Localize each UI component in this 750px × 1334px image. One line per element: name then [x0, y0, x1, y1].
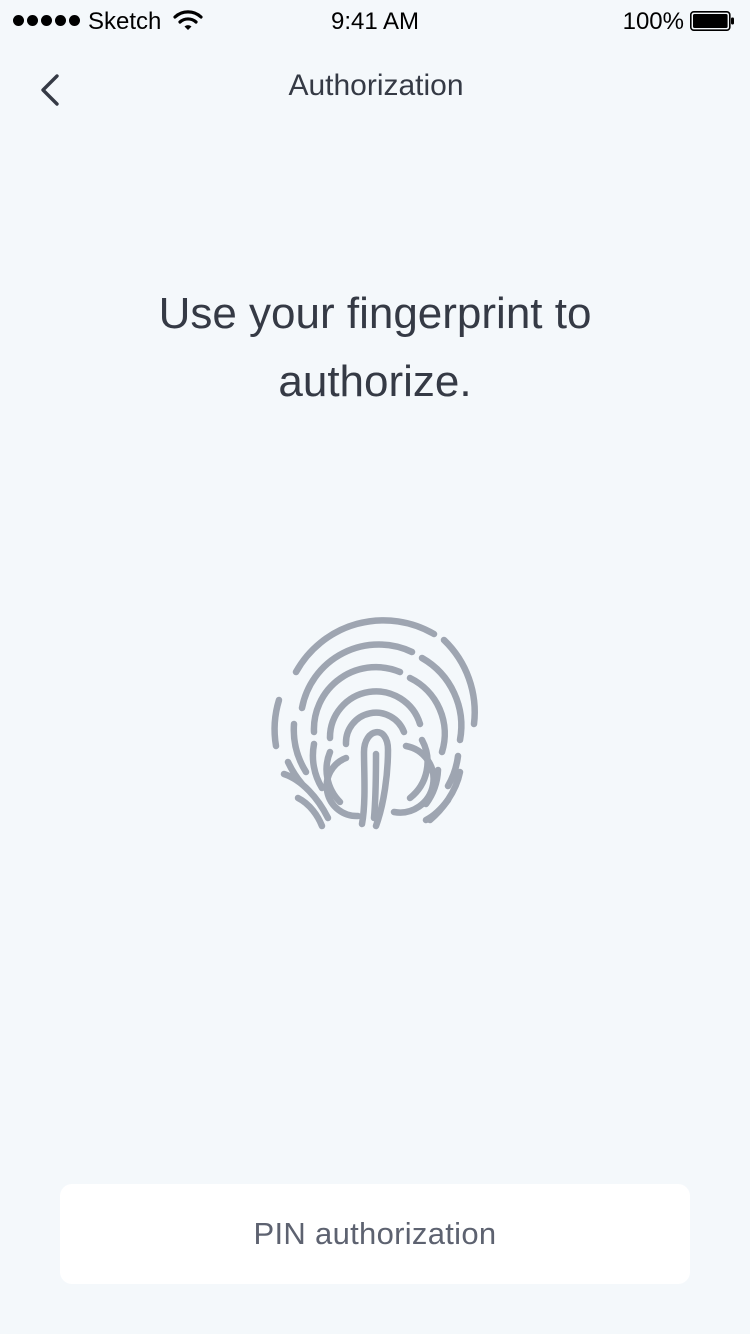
battery-percent: 100% [622, 8, 684, 35]
battery-icon [690, 11, 734, 31]
status-bar: Sketch 9:41 AM 100% [0, 0, 750, 44]
fingerprint-prompt-heading: Use your fingerprint to authorize. [158, 289, 592, 406]
fingerprint-icon [271, 617, 478, 830]
page-title: Authorization [288, 69, 464, 102]
chevron-left-icon [41, 74, 59, 106]
back-button[interactable] [26, 68, 70, 112]
pin-authorization-button[interactable]: PIN authorization [60, 1184, 690, 1284]
pin-authorization-label: PIN authorization [253, 1216, 497, 1251]
